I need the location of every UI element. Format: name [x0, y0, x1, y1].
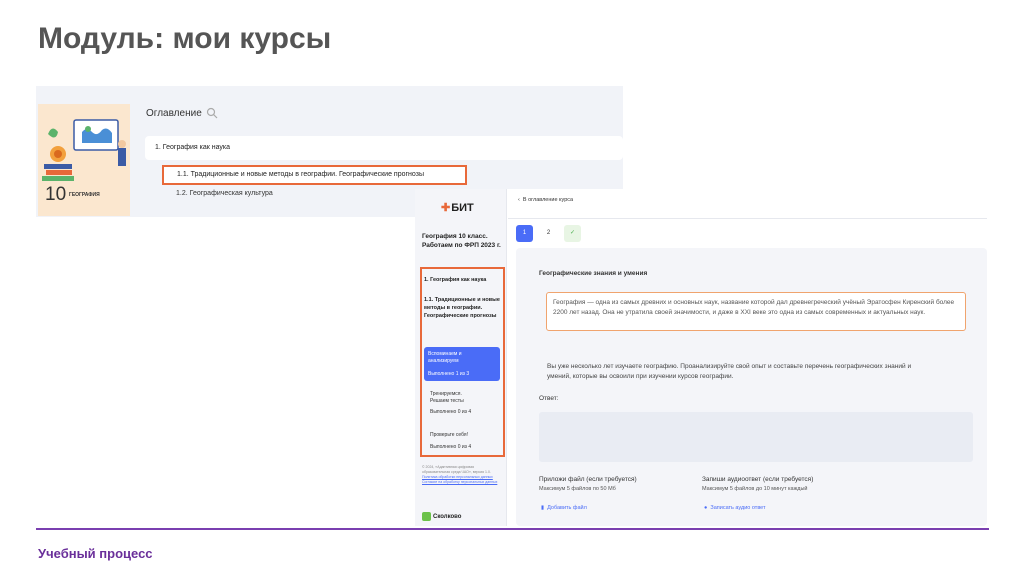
- sidebar-step[interactable]: Тренируемся. Решаем тесты Выполнено 0 из…: [430, 391, 500, 416]
- footer-label: Учебный процесс: [38, 546, 153, 561]
- search-icon[interactable]: [206, 107, 218, 119]
- toc-title: Оглавление: [146, 108, 202, 119]
- audio-subtitle: Максимум 5 файлов до 10 минут каждый: [702, 486, 808, 492]
- partner-logo: Сколково: [422, 512, 461, 521]
- logo-icon: ✚: [441, 202, 451, 214]
- step-progress: Выполнено 1 из 3: [428, 371, 470, 377]
- back-link-label: В оглавление курса: [522, 197, 574, 203]
- toc-item-section[interactable]: 1. География как наука: [145, 136, 623, 160]
- add-file-label: Добавить файл: [547, 505, 587, 511]
- tab-1[interactable]: 1: [516, 225, 533, 242]
- record-audio-button[interactable]: ● Записать аудио ответ: [704, 505, 766, 511]
- copyright: © 2024, «Адаптивная цифровая образовател…: [422, 465, 491, 474]
- tab-2[interactable]: 2: [540, 225, 557, 242]
- sidebar-step-active[interactable]: Вспоминаем и анализируем Выполнено 1 из …: [424, 347, 500, 381]
- tab-done[interactable]: ✓: [564, 225, 581, 242]
- step-progress: Выполнено 0 из 4: [430, 409, 472, 415]
- record-audio-label: Записать аудио ответ: [710, 505, 766, 511]
- step-label: Вспоминаем и анализируем: [428, 351, 462, 364]
- back-link[interactable]: ‹ В оглавление курса: [518, 197, 573, 203]
- lesson-screenshot: ✚БИТ География 10 класс. Работаем по ФРП…: [415, 189, 987, 526]
- sidebar-subsection[interactable]: 1.1. Традиционные и новые методы в геогр…: [424, 296, 500, 320]
- cover-subject: ГЕОГРАФИЯ: [69, 192, 100, 198]
- partner-name: Сколково: [433, 514, 462, 521]
- logo[interactable]: ✚БИТ: [441, 201, 474, 214]
- sidebar-footer: © 2024, «Адаптивная цифровая образовател…: [422, 465, 502, 485]
- sidebar-section[interactable]: 1. География как наука: [424, 277, 486, 283]
- course-title: География 10 класс. Работаем по ФРП 2023…: [422, 233, 501, 249]
- lesson-sidebar: ✚БИТ География 10 класс. Работаем по ФРП…: [415, 189, 507, 526]
- attach-title: Приложи файл (если требуется): [539, 476, 637, 483]
- divider: [508, 218, 987, 219]
- skolkovo-icon: [422, 512, 431, 521]
- quote-box: География — одна из самых древних и осно…: [546, 292, 966, 331]
- slide-title: Модуль: мои курсы: [38, 22, 332, 55]
- add-file-button[interactable]: ▮ Добавить файл: [541, 505, 587, 511]
- course-cover[interactable]: 10 ГЕОГРАФИЯ: [38, 104, 130, 216]
- cover-illustration: [38, 104, 130, 184]
- card-heading: Географические знания и умения: [539, 270, 648, 277]
- toc-item-subsection-highlighted[interactable]: 1.1. Традиционные и новые методы в геогр…: [162, 165, 467, 185]
- sidebar-highlight-box: 1. География как наука 1.1. Традиционные…: [420, 267, 505, 457]
- sidebar-step[interactable]: Проверьте себя! Выполнено 0 из 4: [430, 432, 500, 451]
- task-card: Географические знания и умения География…: [516, 248, 987, 526]
- audio-title: Запиши аудиоответ (если требуется): [702, 476, 814, 483]
- task-text: Вы уже несколько лет изучаете географию.…: [547, 363, 912, 380]
- cover-grade: 10: [45, 184, 67, 205]
- footer-divider: [36, 528, 989, 530]
- attach-subtitle: Максимум 5 файлов по 50 Мб: [539, 486, 616, 492]
- lesson-main: ‹ В оглавление курса 1 2 ✓ Географически…: [508, 189, 987, 526]
- step-label: Проверьте себя!: [430, 432, 469, 438]
- logo-text: БИТ: [451, 202, 474, 214]
- answer-label: Ответ:: [539, 395, 559, 402]
- step-label: Тренируемся. Решаем тесты: [430, 391, 464, 404]
- consent-link[interactable]: Согласие на обработку персональных данны…: [422, 480, 502, 485]
- answer-input[interactable]: [539, 412, 973, 462]
- step-progress: Выполнено 0 из 4: [430, 444, 472, 450]
